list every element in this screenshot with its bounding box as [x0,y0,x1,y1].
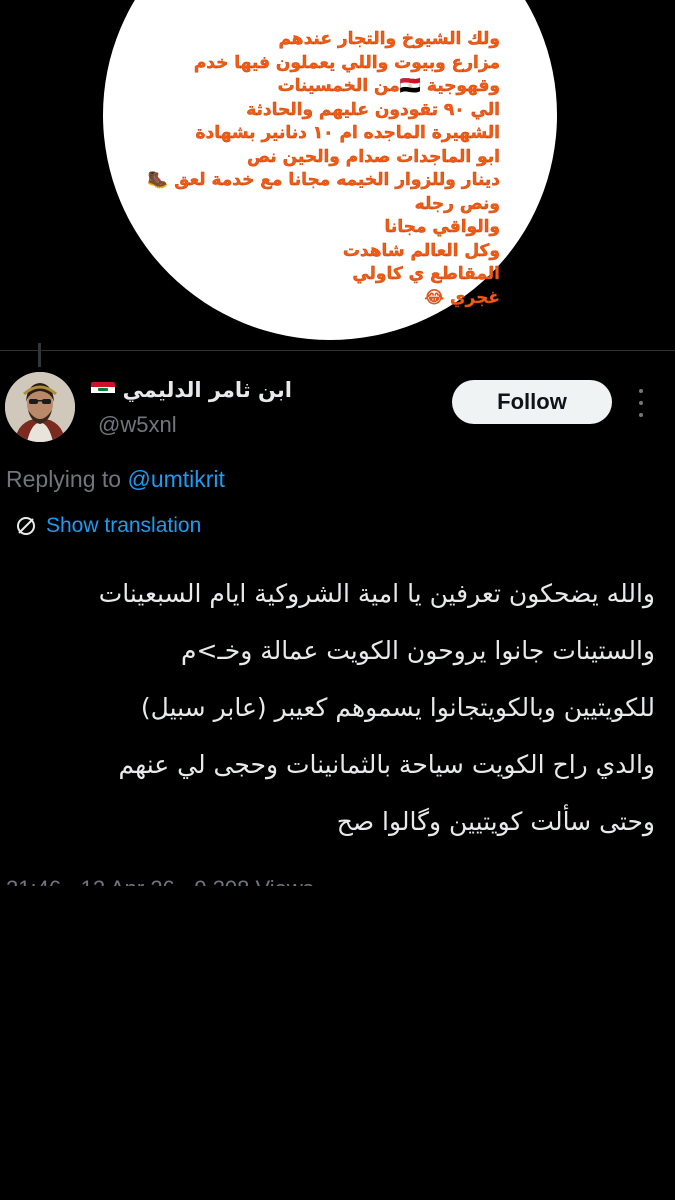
author-name-row[interactable]: ابن ثامر الدليمي [90,378,292,402]
quoted-line: الشهيرة الماجده ام ١٠ دنانير بشهادة [195,123,500,143]
quoted-line: ونص رجله [414,193,500,214]
tweet-line: والستينات جانوا يروحون الكويت عمالة وخـ>… [181,636,655,665]
author-display-name[interactable]: ابن ثامر الدليمي [123,378,292,402]
tweet-timestamp-views: 21:46 · 12 Apr 26 · 9,308 Views [6,876,314,886]
tweet-line: والله يضحكون تعرفين يا امية الشروكية ايا… [98,579,655,608]
replying-to: Replying to @umtikrit [6,466,225,493]
quoted-line: وقهوجية 🇪🇬من الخمسينات [277,76,500,96]
reply-mention-link[interactable]: @umtikrit [127,466,224,492]
follow-button[interactable]: Follow [452,380,612,424]
quoted-line: ابو الماجدات صدام والحين نص [247,146,500,167]
quoted-line: الي ٩٠ تقودون عليهم والحادثة [246,99,500,120]
tweet-line: والدي راح الكويت سياحة بالثمانينات وحجى … [118,750,655,779]
show-translation-label[interactable]: Show translation [46,514,201,538]
quoted-line: غجري 😂 [424,287,500,308]
tweet-line: وحتى سألت كويتيين وگالوا صح [336,807,655,836]
quoted-line: المقاطع ي كاولي [352,264,500,284]
iraq-flag-icon [90,382,115,398]
divider [0,350,675,351]
quoted-line: دينار وللزوار الخيمه مجانا مع خدمة لعق 🥾 [147,170,500,190]
quoted-line: ولك الشيوخ والتجار عندهم [278,29,500,49]
replying-prefix: Replying to [6,466,128,492]
more-options-icon[interactable] [633,389,649,417]
quoted-line: والواقي مجانا [384,217,500,237]
thread-connector-line [38,343,41,367]
avatar-portrait-icon [5,372,75,442]
author-handle[interactable]: @w5xnl [98,412,177,438]
show-translation-button[interactable]: Show translation [14,514,201,538]
translate-globe-icon [17,517,35,535]
tweet-line: للكويتيين وبالكويتجانوا يسموهم كعيبر (عا… [140,693,655,722]
quoted-line: وكل العالم شاهدت [342,240,501,261]
quoted-image-text: ولك الشيوخ والتجار عندهم مزارع وبيوت وال… [120,28,500,310]
tweet-metadata: 21:46 · 12 Apr 26 · 9,308 Views [6,872,314,886]
avatar[interactable] [5,372,75,442]
quoted-line: مزارع وبيوت واللي يعملون فيها خدم [193,52,501,73]
tweet-text: والله يضحكون تعرفين يا امية الشروكية ايا… [15,565,655,850]
